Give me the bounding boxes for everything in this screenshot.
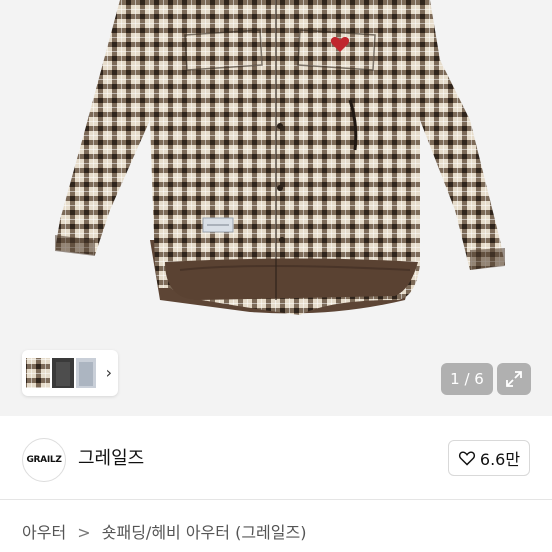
product-image-gallery[interactable]: › 1 / 6 xyxy=(0,0,552,416)
expand-icon xyxy=(506,371,522,387)
breadcrumb-root[interactable]: 아우터 xyxy=(22,519,66,543)
heart-icon xyxy=(458,451,475,466)
like-count: 6.6만 xyxy=(479,450,521,469)
breadcrumb-leaf[interactable]: 숏패딩/헤비 아우터 (그레일즈) xyxy=(102,519,307,543)
thumbnail-strip[interactable]: › xyxy=(22,350,118,396)
brand-logo[interactable]: GRAILZ xyxy=(22,438,66,482)
chevron-right-icon[interactable]: › xyxy=(106,363,112,382)
brand-name[interactable]: 그레일즈 xyxy=(78,444,144,470)
expand-button[interactable] xyxy=(497,363,531,395)
breadcrumb-separator: > xyxy=(77,523,91,542)
thumbnail-images xyxy=(26,358,96,388)
image-counter: 1 / 6 xyxy=(441,363,493,395)
breadcrumb: 아우터 > 숏패딩/헤비 아우터 (그레일즈) xyxy=(22,519,306,543)
like-button[interactable]: 6.6만 xyxy=(448,440,530,476)
divider xyxy=(0,499,552,500)
